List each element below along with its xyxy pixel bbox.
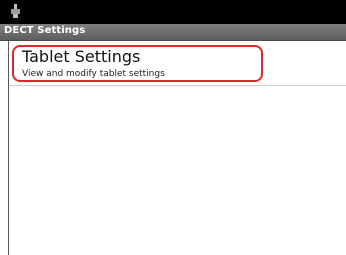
content-border [8,41,9,255]
page-title: DECT Settings [4,25,86,36]
list-item-title: Tablet Settings [22,47,141,66]
usb-debug-icon [11,4,20,18]
title-bar: DECT Settings [0,24,346,41]
list-item-summary: View and modify tablet settings [22,69,165,79]
status-bar [0,0,346,24]
settings-list: Tablet Settings View and modify tablet s… [0,41,346,255]
list-item-tablet-settings[interactable]: Tablet Settings View and modify tablet s… [9,41,346,86]
